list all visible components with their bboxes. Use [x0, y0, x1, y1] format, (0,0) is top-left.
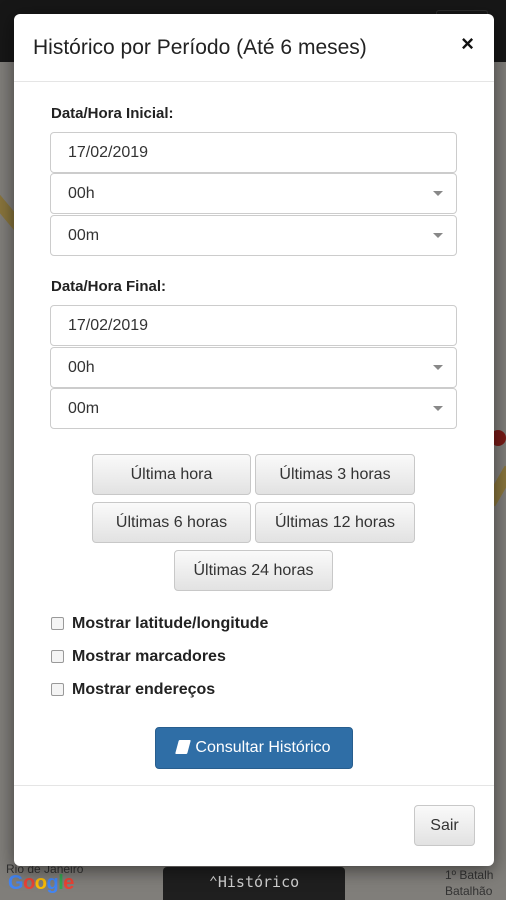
modal-header: Histórico por Período (Até 6 meses) × — [14, 14, 494, 82]
history-modal: Histórico por Período (Até 6 meses) × Da… — [14, 14, 494, 866]
end-hour-value: 00h — [68, 359, 95, 376]
start-minute-select[interactable]: 00m — [50, 215, 457, 256]
chevron-down-icon — [433, 233, 443, 238]
start-datetime-label: Data/Hora Inicial: — [51, 105, 174, 122]
end-minute-value: 00m — [68, 400, 100, 417]
last-12-hours-button[interactable]: Últimas 12 horas — [255, 502, 415, 543]
last-hour-button[interactable]: Última hora — [92, 454, 251, 495]
show-addresses-label: Mostrar endereços — [72, 681, 216, 698]
end-hour-select[interactable]: 00h — [50, 347, 457, 388]
consult-history-button[interactable]: Consultar Histórico — [155, 727, 353, 769]
historico-tab[interactable]: ⌃Histórico — [163, 867, 345, 900]
close-icon[interactable]: × — [461, 31, 474, 57]
show-markers-checkbox[interactable] — [51, 650, 64, 663]
last-3-hours-button[interactable]: Últimas 3 horas — [255, 454, 415, 495]
exit-button[interactable]: Sair — [414, 805, 475, 846]
map-label: 1º Batalh — [445, 868, 494, 882]
start-hour-select[interactable]: 00h — [50, 173, 457, 214]
show-coordinates-checkbox[interactable] — [51, 617, 64, 630]
consult-history-label: Consultar Histórico — [195, 739, 331, 756]
book-icon — [175, 740, 192, 754]
start-date-input[interactable]: 17/02/2019 — [50, 132, 457, 173]
end-minute-select[interactable]: 00m — [50, 388, 457, 429]
end-datetime-label: Data/Hora Final: — [51, 278, 167, 295]
last-6-hours-button[interactable]: Últimas 6 horas — [92, 502, 251, 543]
show-coordinates-label: Mostrar latitude/longitude — [72, 615, 269, 632]
chevron-down-icon — [433, 406, 443, 411]
end-date-input[interactable]: 17/02/2019 — [50, 305, 457, 346]
start-minute-value: 00m — [68, 227, 100, 244]
start-hour-value: 00h — [68, 185, 95, 202]
last-24-hours-button[interactable]: Últimas 24 horas — [174, 550, 333, 591]
map-label: Batalhão — [445, 884, 493, 898]
chevron-down-icon — [433, 365, 443, 370]
show-addresses-checkbox[interactable] — [51, 683, 64, 696]
chevron-down-icon — [433, 191, 443, 196]
modal-title: Histórico por Período (Até 6 meses) — [33, 36, 367, 59]
show-markers-label: Mostrar marcadores — [72, 648, 226, 665]
